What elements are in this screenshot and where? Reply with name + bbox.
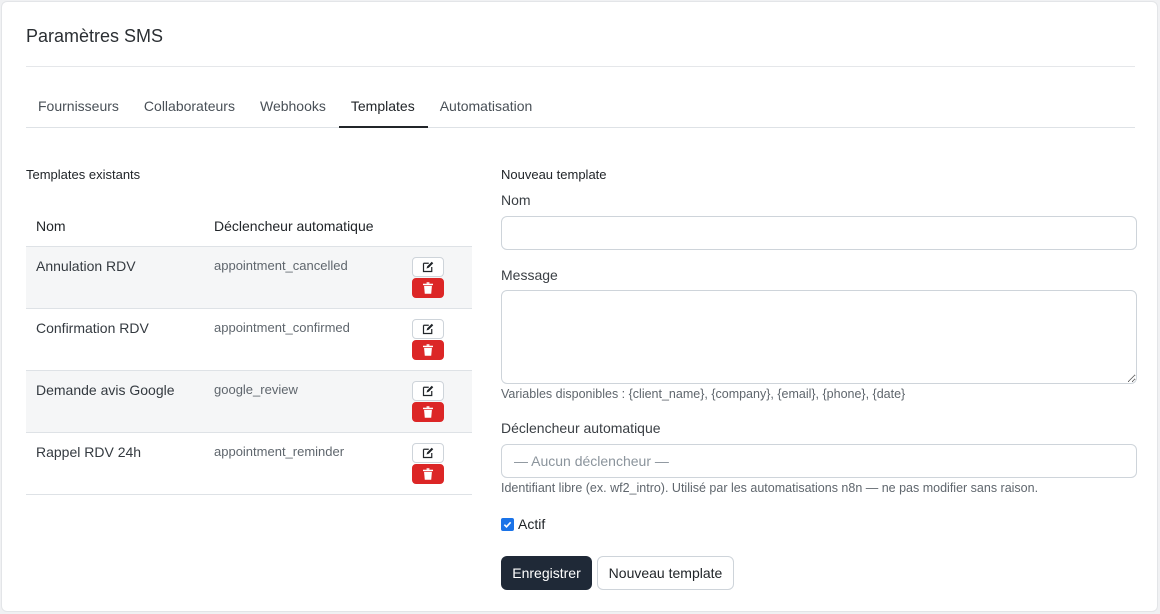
page-title: Paramètres SMS: [26, 26, 164, 46]
delete-button[interactable]: [412, 463, 444, 484]
edit-icon: [422, 261, 434, 272]
variables-help-text: Variables disponibles : {client_name}, {…: [501, 387, 906, 401]
row-actions: [412, 246, 472, 309]
template-name: Annulation RDV: [26, 246, 204, 309]
column-header-trigger: Déclencheur automatique: [204, 206, 412, 247]
trigger-label: Déclencheur automatique: [501, 420, 661, 436]
active-label: Actif: [518, 516, 546, 532]
edit-icon: [422, 385, 434, 396]
table-row: Rappel RDV 24h appointment_reminder: [26, 432, 472, 495]
tab-templates[interactable]: Templates: [338, 90, 428, 128]
tab-fournisseurs[interactable]: Fournisseurs: [26, 90, 132, 128]
edit-button[interactable]: [412, 318, 444, 339]
edit-icon: [422, 323, 434, 334]
edit-button[interactable]: [412, 256, 444, 277]
delete-button[interactable]: [412, 277, 444, 298]
template-trigger: appointment_cancelled: [204, 246, 412, 309]
existing-templates-heading: Templates existants: [26, 167, 141, 182]
trash-icon: [423, 467, 433, 480]
template-trigger: google_review: [204, 370, 412, 433]
save-button[interactable]: Enregistrer: [501, 556, 592, 590]
name-label: Nom: [501, 192, 531, 208]
check-icon: [503, 521, 512, 528]
delete-button[interactable]: [412, 339, 444, 360]
column-header-name: Nom: [26, 206, 204, 247]
trigger-input[interactable]: [501, 444, 1137, 478]
template-name: Rappel RDV 24h: [26, 432, 204, 495]
tab-bar: Fournisseurs Collaborateurs Webhooks Tem…: [26, 90, 1135, 128]
row-actions: [412, 308, 472, 371]
trigger-help-text: Identifiant libre (ex. wf2_intro). Utili…: [501, 481, 1039, 495]
tab-collaborateurs[interactable]: Collaborateurs: [132, 90, 248, 128]
table-row: Confirmation RDV appointment_confirmed: [26, 308, 472, 371]
table-row: Demande avis Google google_review: [26, 370, 472, 433]
delete-button[interactable]: [412, 401, 444, 422]
trash-icon: [423, 343, 433, 356]
template-trigger: appointment_confirmed: [204, 308, 412, 371]
message-textarea[interactable]: [501, 290, 1137, 384]
edit-button[interactable]: [412, 442, 444, 463]
name-input[interactable]: [501, 216, 1137, 250]
message-label: Message: [501, 267, 558, 283]
trash-icon: [423, 281, 433, 294]
table-row: Annulation RDV appointment_cancelled: [26, 246, 472, 309]
row-actions: [412, 370, 472, 433]
column-header-actions: [412, 206, 472, 247]
active-checkbox[interactable]: [501, 517, 514, 531]
new-template-heading: Nouveau template: [501, 167, 607, 182]
table-header-row: Nom Déclencheur automatique: [26, 206, 472, 247]
templates-table: Nom Déclencheur automatique Annulation R…: [26, 206, 472, 495]
new-template-button[interactable]: Nouveau template: [597, 556, 734, 590]
sms-settings-card: Paramètres SMS Fournisseurs Collaborateu…: [1, 1, 1158, 612]
template-name: Confirmation RDV: [26, 308, 204, 371]
title-divider: [26, 66, 1135, 67]
active-checkbox-row: Actif: [501, 516, 545, 532]
template-trigger: appointment_reminder: [204, 432, 412, 495]
tab-automatisation[interactable]: Automatisation: [428, 90, 546, 128]
tab-webhooks[interactable]: Webhooks: [248, 90, 339, 128]
trash-icon: [423, 405, 433, 418]
template-name: Demande avis Google: [26, 370, 204, 433]
row-actions: [412, 432, 472, 495]
edit-button[interactable]: [412, 380, 444, 401]
edit-icon: [422, 447, 434, 458]
